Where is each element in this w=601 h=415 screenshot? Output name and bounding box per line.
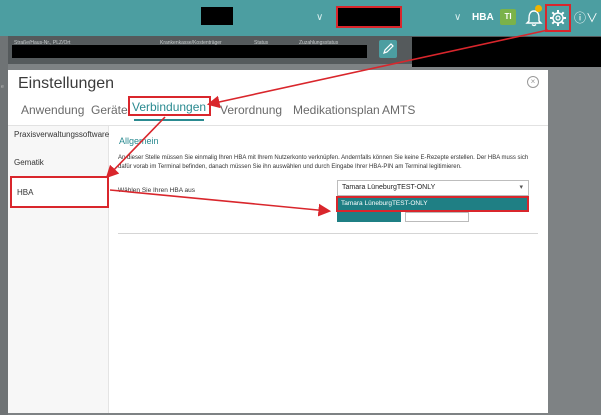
tab-geraete[interactable]: Geräte	[91, 103, 128, 117]
primary-button[interactable]	[337, 212, 401, 222]
section-divider	[118, 233, 538, 234]
active-tab-indicator	[134, 119, 204, 121]
edit-button[interactable]	[379, 40, 397, 58]
tab-verordnung[interactable]: Verordnung	[220, 103, 282, 117]
hba-description: An dieser Stelle müssen Sie einmalig Ihr…	[118, 155, 529, 170]
sidebar-item-gematik[interactable]: Gematik	[14, 158, 44, 167]
left-gutter: e	[0, 36, 8, 415]
hba-select-value: Tamara LüneburgTEST-ONLY	[342, 184, 436, 191]
sidebar-item-label: HBA	[17, 188, 34, 197]
hba-select[interactable]: Tamara LüneburgTEST-ONLY ▾	[337, 180, 529, 196]
top-app-bar: ∨ ∨ HBA TI ⓘ∨	[0, 0, 601, 36]
help-icon[interactable]: ⓘ∨	[574, 9, 598, 26]
sidebar-item-hba[interactable]: HBA	[10, 176, 109, 208]
hba-option[interactable]: Tamara LüneburgTEST-ONLY	[338, 198, 527, 210]
ti-status-badge[interactable]: TI	[500, 9, 516, 25]
notification-dot	[535, 5, 542, 12]
tab-anwendung[interactable]: Anwendung	[21, 103, 84, 117]
redacted-field	[201, 7, 233, 25]
hba-dropdown-list: Tamara LüneburgTEST-ONLY	[336, 196, 529, 212]
hba-settings-panel: Allgemein An dieser Stelle müssen Sie ei…	[109, 126, 548, 413]
section-heading: Allgemein	[119, 136, 159, 146]
secondary-button[interactable]	[405, 212, 469, 222]
dialog-title: Einstellungen	[18, 75, 115, 92]
pencil-icon	[383, 43, 394, 54]
gutter-letter: e	[1, 84, 4, 90]
redacted-field	[12, 45, 367, 58]
settings-dialog: Einstellungen × Anwendung Geräte Verbind…	[8, 70, 548, 413]
tab-medikationsplan[interactable]: Medikationsplan	[293, 103, 380, 117]
settings-button[interactable]	[545, 4, 571, 32]
sidebar-item-praxisverwaltungssoftware[interactable]: Praxisverwaltungssoftware	[14, 130, 109, 139]
redacted-field	[336, 6, 402, 28]
chevron-down-icon[interactable]: ∨	[316, 12, 323, 23]
hba-select-label: Wählen Sie Ihren HBA aus	[118, 187, 195, 194]
hba-indicator[interactable]: HBA	[472, 12, 494, 23]
tab-amts[interactable]: AMTS	[382, 103, 415, 117]
caret-down-icon: ▾	[519, 184, 523, 191]
redacted-field	[412, 37, 601, 67]
settings-sidebar: Praxisverwaltungssoftware Gematik HBA	[8, 126, 109, 413]
gear-icon	[550, 10, 566, 26]
close-icon[interactable]: ×	[527, 76, 539, 88]
chevron-down-icon[interactable]: ∨	[454, 12, 461, 23]
annotation-box-tab	[128, 96, 211, 116]
